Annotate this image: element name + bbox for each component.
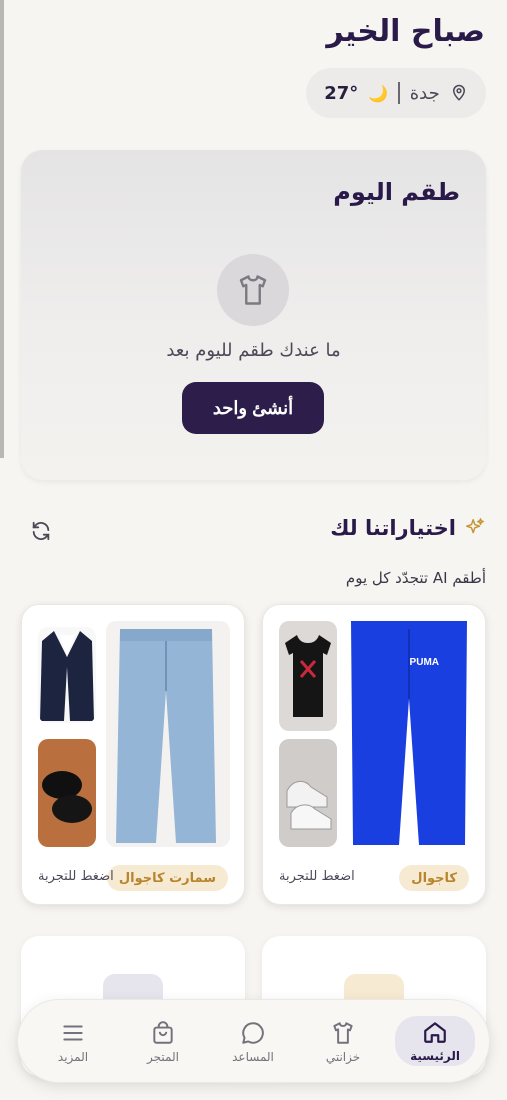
location-pin-icon [452,84,465,101]
nav-label: المزيد [57,1050,89,1064]
black-tshirt-image [279,621,337,731]
weather-location: جدة [409,82,440,104]
style-tag: سمارت كاجوال [106,865,228,891]
white-sneakers-image [279,739,337,847]
try-on-link[interactable]: اضغط للتجربة [38,869,114,884]
moon-icon: 🌙 [368,83,389,103]
light-blue-jeans-image [106,621,230,847]
nav-assistant[interactable]: المساعد [213,1014,293,1070]
home-icon [424,1022,446,1043]
refresh-icon[interactable] [30,520,52,542]
tshirt-icon [333,1022,353,1044]
nav-home[interactable]: الرئيسية [395,1016,475,1066]
weather-divider [398,82,400,104]
greeting-title: صباح الخير [326,14,485,49]
nav-label: المتجر [147,1050,179,1064]
tshirt-icon [217,254,289,326]
try-on-link[interactable]: اضغط للتجربة [279,869,355,884]
outfit-card-casual[interactable]: PUMA كاجوال اضغط للتجربة [262,604,486,905]
black-loafers-image [38,739,96,847]
scroll-edge [0,0,4,458]
today-outfit-title: طقم اليوم [333,178,460,206]
navy-blazer-image [38,627,96,723]
nav-wardrobe[interactable]: خزانتي [303,1014,383,1070]
picks-title: اختياراتنا لك [330,516,456,540]
today-outfit-card: طقم اليوم ما عندك طقم لليوم بعد أنشئ واح… [21,150,486,480]
empty-outfit-message: ما عندك طقم لليوم بعد [166,340,341,361]
shopping-bag-icon [153,1021,173,1044]
sparkle-icon [466,518,484,534]
blue-track-pants-image: PUMA [347,619,471,847]
svg-text:PUMA: PUMA [410,657,439,668]
create-outfit-button[interactable]: أنشئ واحد [182,382,324,434]
picks-subtitle: أطقم AI تتجدّد كل يوم [345,569,486,587]
picks-header: اختياراتنا لك [330,516,486,540]
nav-label: خزانتي [325,1050,361,1064]
nav-more[interactable]: المزيد [33,1014,113,1070]
menu-icon [63,1025,83,1041]
chat-icon [242,1022,264,1044]
weather-temperature: 27° [324,82,359,104]
style-tag: كاجوال [399,865,469,891]
nav-label: الرئيسية [410,1049,460,1063]
nav-label: المساعد [232,1050,274,1064]
outfit-card-smart-casual[interactable]: سمارت كاجوال اضغط للتجربة [21,604,245,905]
bottom-navigation: الرئيسية خزانتي المساعد المتجر المزيد [17,999,490,1083]
nav-store[interactable]: المتجر [123,1014,203,1070]
weather-pill[interactable]: جدة 🌙 27° [306,68,486,118]
